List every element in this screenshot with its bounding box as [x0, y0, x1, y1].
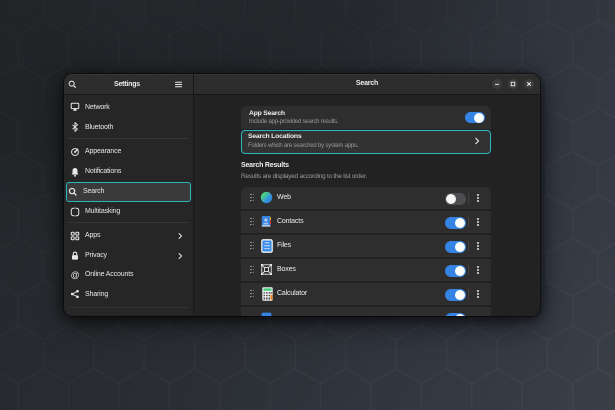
svg-text:@: @	[71, 270, 80, 280]
